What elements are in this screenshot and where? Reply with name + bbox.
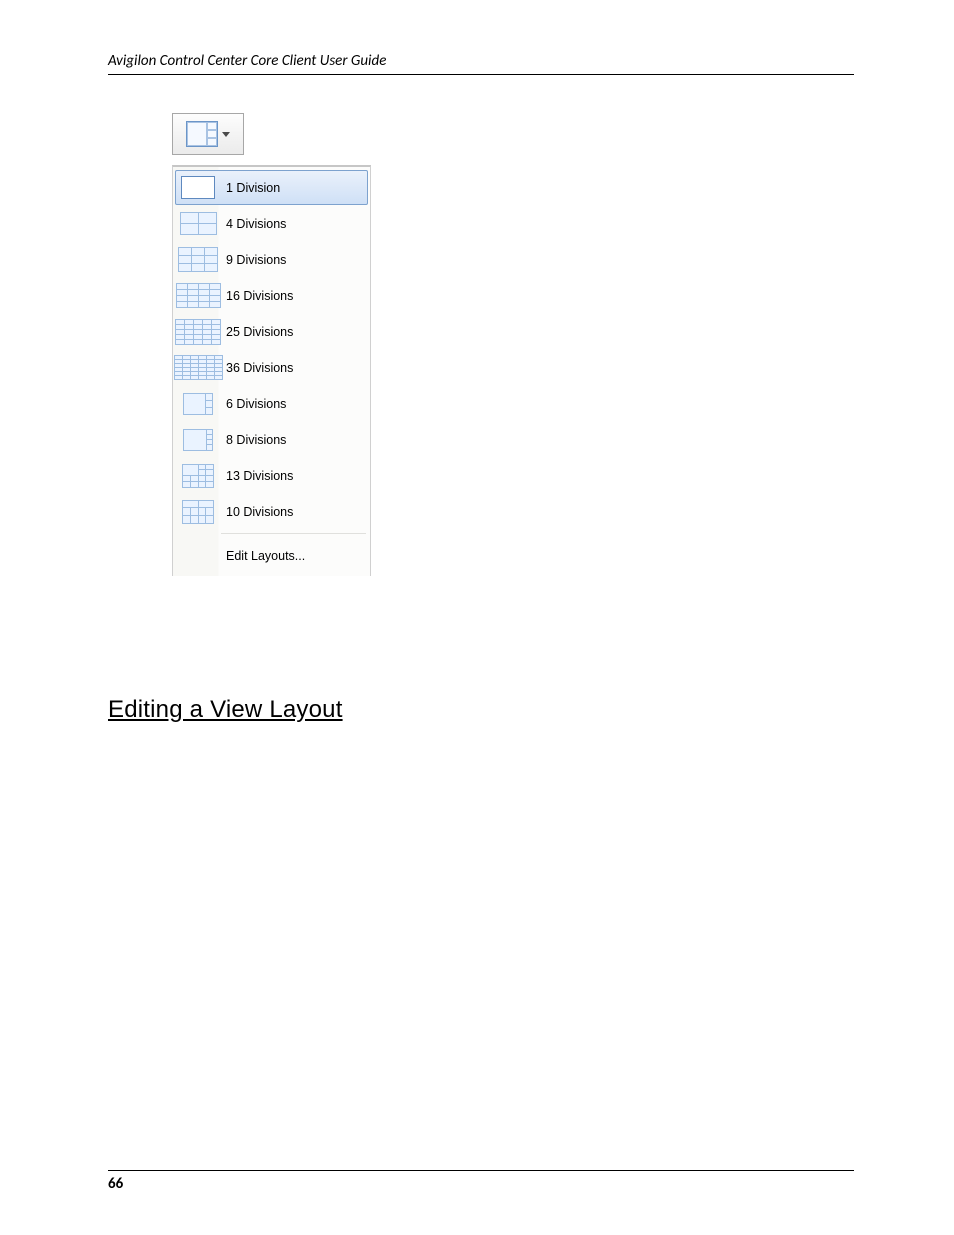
document-page: Avigilon Control Center Core Client User…	[0, 0, 954, 1235]
layout-grid-icon	[176, 247, 220, 272]
menu-item-label: 13 Divisions	[220, 469, 293, 483]
layout-8-divisions[interactable]: 8 Divisions	[175, 422, 368, 457]
layout-6-divisions[interactable]: 6 Divisions	[175, 386, 368, 421]
menu-item-label: 16 Divisions	[220, 289, 293, 303]
layout-36-divisions[interactable]: 36 Divisions	[175, 350, 368, 385]
layout-4-divisions[interactable]: 4 Divisions	[175, 206, 368, 241]
menu-item-label: 10 Divisions	[220, 505, 293, 519]
section-heading: Editing a View Layout	[108, 696, 854, 724]
layout-9-divisions[interactable]: 9 Divisions	[175, 242, 368, 277]
page-footer: 66	[108, 1170, 854, 1193]
figure-dropdown-screenshot: 1 Division 4 Divisions 9 Divisions 16 Divis…	[172, 113, 854, 576]
layout-16-divisions[interactable]: 16 Divisions	[175, 278, 368, 313]
menu-item-label: 8 Divisions	[220, 433, 286, 447]
layout-grid-icon	[176, 176, 220, 199]
layout-grid-icon	[176, 429, 220, 451]
layout-dropdown-button[interactable]	[172, 113, 244, 155]
layout-grid-icon	[176, 355, 220, 380]
layout-grid-icon	[176, 212, 220, 235]
layout-grid-icon	[176, 393, 220, 415]
layout-button-icon	[186, 121, 218, 147]
page-number: 66	[108, 1175, 854, 1193]
menu-item-label: 9 Divisions	[220, 253, 286, 267]
edit-layouts-menu-item[interactable]: Edit Layouts...	[175, 538, 368, 573]
menu-item-label: 36 Divisions	[220, 361, 293, 375]
menu-item-label: 25 Divisions	[220, 325, 293, 339]
menu-item-label: Edit Layouts...	[220, 549, 305, 563]
menu-separator	[173, 531, 370, 536]
menu-item-label: 6 Divisions	[220, 397, 286, 411]
chevron-down-icon	[222, 132, 230, 137]
layout-grid-icon	[176, 464, 220, 488]
layout-10-divisions[interactable]: 10 Divisions	[175, 494, 368, 529]
layout-grid-icon	[176, 500, 220, 524]
layout-1-division[interactable]: 1 Division	[175, 170, 368, 205]
menu-item-label: 4 Divisions	[220, 217, 286, 231]
menu-item-label: 1 Division	[220, 181, 280, 195]
layout-13-divisions[interactable]: 13 Divisions	[175, 458, 368, 493]
layout-grid-icon	[176, 283, 220, 308]
footer-divider	[108, 1170, 854, 1171]
layout-grid-icon	[176, 319, 220, 345]
layout-25-divisions[interactable]: 25 Divisions	[175, 314, 368, 349]
page-header-title: Avigilon Control Center Core Client User…	[108, 52, 854, 74]
header-divider	[108, 74, 854, 75]
layout-dropdown-menu: 1 Division 4 Divisions 9 Divisions 16 Divis…	[172, 165, 371, 576]
